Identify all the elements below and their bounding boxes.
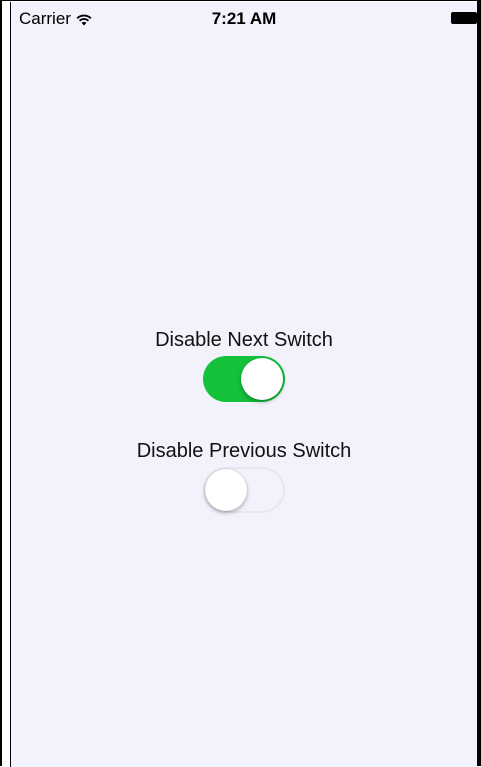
device-frame: Carrier 7:21 AM Disable Next Switch Disa… — [0, 0, 481, 767]
disable-previous-label: Disable Previous Switch — [136, 440, 352, 462]
disable-previous-control: Disable Previous Switch — [11, 440, 477, 513]
disable-next-label: Disable Next Switch — [155, 329, 333, 351]
switch-knob[interactable] — [241, 358, 283, 400]
disable-next-control: Disable Next Switch — [11, 329, 477, 402]
disable-next-switch[interactable] — [203, 356, 285, 402]
disable-previous-switch[interactable] — [203, 467, 285, 513]
app-screen: Carrier 7:21 AM Disable Next Switch Disa… — [10, 2, 481, 767]
status-bar: Carrier 7:21 AM — [11, 2, 481, 32]
status-time: 7:21 AM — [211, 9, 277, 28]
battery-icon — [451, 12, 481, 24]
switch-knob[interactable] — [205, 469, 247, 511]
